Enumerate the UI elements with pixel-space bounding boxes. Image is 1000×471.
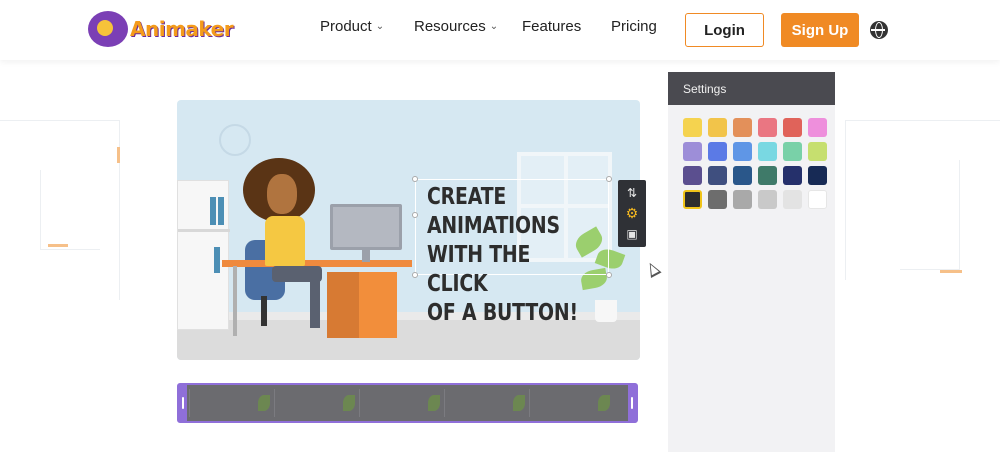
logo-wordmark: Animaker xyxy=(130,17,234,41)
resize-handle[interactable] xyxy=(412,212,418,218)
color-swatch[interactable] xyxy=(808,118,827,137)
chevron-down-icon: ⌄ xyxy=(375,21,385,32)
resize-handle[interactable] xyxy=(412,176,418,182)
desk-cabinet xyxy=(327,272,397,338)
headline-line: WITH THE CLICK xyxy=(427,242,531,297)
timeline-left-handle[interactable] xyxy=(179,385,187,421)
timeline-thumbnail xyxy=(274,389,359,417)
color-swatch[interactable] xyxy=(708,190,727,209)
clock-illustration xyxy=(219,124,251,156)
character-face xyxy=(267,174,297,214)
bookshelf-illustration xyxy=(177,180,230,330)
color-swatch[interactable] xyxy=(683,118,702,137)
resize-handle[interactable] xyxy=(412,272,418,278)
nav-product-label: Product xyxy=(320,18,372,35)
color-swatch[interactable] xyxy=(783,142,802,161)
login-button[interactable]: Login xyxy=(685,13,764,47)
color-swatch[interactable] xyxy=(758,118,777,137)
decorative-line xyxy=(900,160,960,270)
nav-resources[interactable]: Resources ⌄ xyxy=(414,18,498,35)
gear-icon[interactable]: ⚙ xyxy=(625,206,639,220)
mouse-cursor-icon xyxy=(644,260,662,278)
color-swatch[interactable] xyxy=(758,166,777,185)
nav-pricing[interactable]: Pricing xyxy=(611,18,657,35)
color-swatch[interactable] xyxy=(733,142,752,161)
nav-product[interactable]: Product ⌄ xyxy=(320,18,384,35)
color-swatch[interactable] xyxy=(783,190,802,209)
timeline-strip[interactable] xyxy=(177,383,638,423)
timeline-thumbnail xyxy=(359,389,444,417)
color-swatch[interactable] xyxy=(708,118,727,137)
color-swatch[interactable] xyxy=(758,142,777,161)
color-swatch[interactable] xyxy=(783,166,802,185)
top-nav-bar: Animaker Product ⌄ Resources ⌄ Features … xyxy=(0,0,1000,60)
timeline-right-handle[interactable] xyxy=(628,385,636,421)
color-swatch[interactable] xyxy=(733,118,752,137)
decorative-line xyxy=(40,170,100,250)
timeline-thumbnail xyxy=(189,389,274,417)
nav-pricing-label: Pricing xyxy=(611,18,657,35)
page: Animaker Product ⌄ Resources ⌄ Features … xyxy=(0,0,1000,471)
resize-handle[interactable] xyxy=(606,272,612,278)
timeline-thumbnail xyxy=(529,389,614,417)
plant-pot xyxy=(595,300,617,322)
decorative-dash xyxy=(117,147,120,163)
color-swatch[interactable] xyxy=(733,166,752,185)
settings-title: Settings xyxy=(668,72,835,105)
color-swatch[interactable] xyxy=(808,166,827,185)
signup-button[interactable]: Sign Up xyxy=(781,13,859,47)
settings-panel: Settings xyxy=(668,72,835,452)
resize-handle[interactable] xyxy=(606,176,612,182)
color-swatch[interactable] xyxy=(808,142,827,161)
character-body xyxy=(265,216,305,266)
globe-icon[interactable] xyxy=(870,21,888,39)
headline-line: CREATE ANIMATIONS xyxy=(427,184,560,239)
color-swatch[interactable] xyxy=(783,118,802,137)
color-swatch[interactable] xyxy=(708,142,727,161)
headline-line: OF A BUTTON! xyxy=(427,300,578,326)
headline-text[interactable]: CREATE ANIMATIONS WITH THE CLICK OF A BU… xyxy=(427,183,579,328)
nav-features[interactable]: Features xyxy=(522,18,581,35)
color-swatch[interactable] xyxy=(708,166,727,185)
animaker-logo[interactable]: Animaker xyxy=(88,10,234,48)
element-toolbar: ⇅ ⚙ ▣ xyxy=(618,180,646,247)
decorative-dash xyxy=(48,244,68,247)
nav-resources-label: Resources xyxy=(414,18,486,35)
nav-features-label: Features xyxy=(522,18,582,35)
color-swatch[interactable] xyxy=(758,190,777,209)
color-swatch[interactable] xyxy=(733,190,752,209)
color-swatch[interactable] xyxy=(808,190,827,209)
monitor-illustration xyxy=(330,204,402,250)
timeline-thumbnail xyxy=(444,389,529,417)
logo-mascot-icon xyxy=(88,11,128,47)
decorative-dash xyxy=(940,270,962,273)
chevron-down-icon: ⌄ xyxy=(489,21,499,32)
color-swatch[interactable] xyxy=(683,166,702,185)
trash-icon[interactable]: ▣ xyxy=(625,227,639,241)
color-swatch[interactable] xyxy=(683,190,702,209)
color-swatch[interactable] xyxy=(683,142,702,161)
swap-icon[interactable]: ⇅ xyxy=(625,186,639,200)
